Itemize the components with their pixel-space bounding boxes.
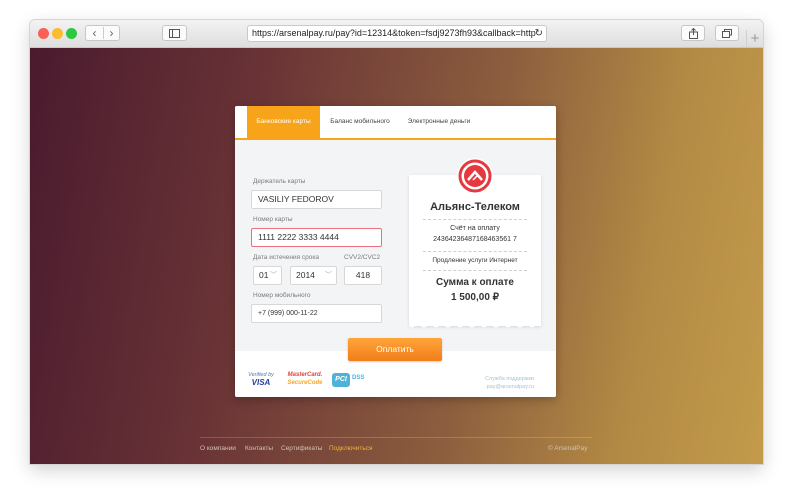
expiry-month-value: 01 [259, 270, 269, 280]
service-description: Продление услуги Интернет [432, 257, 518, 264]
footer-link-connect[interactable]: Подключиться [329, 445, 373, 452]
share-icon [688, 27, 698, 39]
phone-label: Номер мобильного [253, 292, 311, 299]
expiry-month-select[interactable]: 01 ﹀ [253, 266, 282, 285]
close-window-button[interactable] [38, 28, 49, 39]
amount-value: 1 500,00 ₽ [450, 292, 500, 303]
merchant-logo [457, 158, 493, 194]
cvv-label: CVV2/CVC2 [344, 254, 381, 261]
share-button[interactable] [681, 25, 705, 41]
footer-divider [200, 437, 592, 438]
history-nav-group: ‹ › [85, 25, 120, 41]
phone-input[interactable]: +7 (999) 000-11-22 [251, 304, 382, 323]
footer-link-contacts[interactable]: Контакты [245, 445, 273, 452]
verified-by-visa-badge: Verified by VISA [248, 372, 274, 387]
new-tab-icon[interactable]: + [746, 30, 763, 47]
expiry-label: Дата истечения срока [253, 254, 320, 261]
sidebar-icon [169, 29, 180, 38]
tabs-icon [722, 29, 732, 38]
invoice-receipt: Альянс-Телеком Счёт на оплату 2436423648… [409, 158, 541, 328]
support-label: Служба поддержки [485, 376, 534, 382]
support-email[interactable]: pay@arsenalpay.ru [485, 383, 534, 391]
maximize-window-button[interactable] [66, 28, 77, 39]
card-holder-label: Держатель карты [253, 178, 306, 185]
payment-card: Банковские карты Баланс мобильного Элект… [235, 106, 556, 397]
tab-mobile-balance[interactable]: Баланс мобильного [325, 106, 395, 138]
receipt-divider [423, 270, 527, 271]
footer-link-about[interactable]: О компании [200, 445, 236, 452]
tab-e-money[interactable]: Электронные деньги [401, 106, 477, 138]
expiry-year-value: 2014 [296, 270, 315, 280]
chevron-down-icon: ﹀ [270, 272, 277, 279]
card-number-input[interactable]: 1111 2222 3333 4444 [251, 228, 382, 247]
amount-label: Сумма к оплате [436, 277, 514, 288]
back-button[interactable]: ‹ [86, 26, 103, 40]
footer-copyright: © ArsenalPay [548, 445, 588, 452]
merchant-name: Альянс-Телеком [430, 201, 520, 213]
receipt-torn-edge [409, 323, 541, 328]
cvv-input[interactable]: 418 [344, 266, 382, 285]
card-number-label: Номер карты [253, 216, 293, 223]
sidebar-toggle-button[interactable] [162, 25, 187, 41]
forward-button[interactable]: › [103, 26, 120, 40]
support-contact: Служба поддержки pay@arsenalpay.ru [485, 375, 534, 391]
browser-window: ‹ › https://arsenalpay.ru/pay?id=12314&t… [30, 20, 763, 464]
expiry-year-select[interactable]: 2014 ﹀ [290, 266, 337, 285]
tabs-overview-button[interactable] [715, 25, 739, 41]
pay-button[interactable]: Оплатить [348, 338, 442, 361]
receipt-divider [423, 219, 527, 220]
pci-dss-badge: PCI DSS [332, 373, 372, 387]
mastercard-securecode-badge: MasterCard. SecureCode [287, 372, 323, 386]
page-content: Банковские карты Баланс мобильного Элект… [30, 48, 763, 464]
reload-icon[interactable]: ↻ [535, 26, 543, 41]
invoice-number: 24364236487168463561 7 [433, 236, 517, 243]
payment-method-tabs: Банковские карты Баланс мобильного Элект… [235, 106, 556, 140]
tab-bank-cards[interactable]: Банковские карты [247, 106, 320, 138]
receipt-divider [423, 251, 527, 252]
url-text: https://arsenalpay.ru/pay?id=12314&token… [252, 28, 536, 38]
card-holder-input[interactable]: VASILIY FEDOROV [251, 190, 382, 209]
address-bar[interactable]: https://arsenalpay.ru/pay?id=12314&token… [247, 25, 547, 42]
chevron-down-icon: ﹀ [325, 272, 332, 279]
invoice-label: Счёт на оплату [450, 225, 500, 232]
minimize-window-button[interactable] [52, 28, 63, 39]
footer-link-certificates[interactable]: Сертификаты [281, 445, 322, 452]
title-bar: ‹ › https://arsenalpay.ru/pay?id=12314&t… [30, 20, 763, 48]
